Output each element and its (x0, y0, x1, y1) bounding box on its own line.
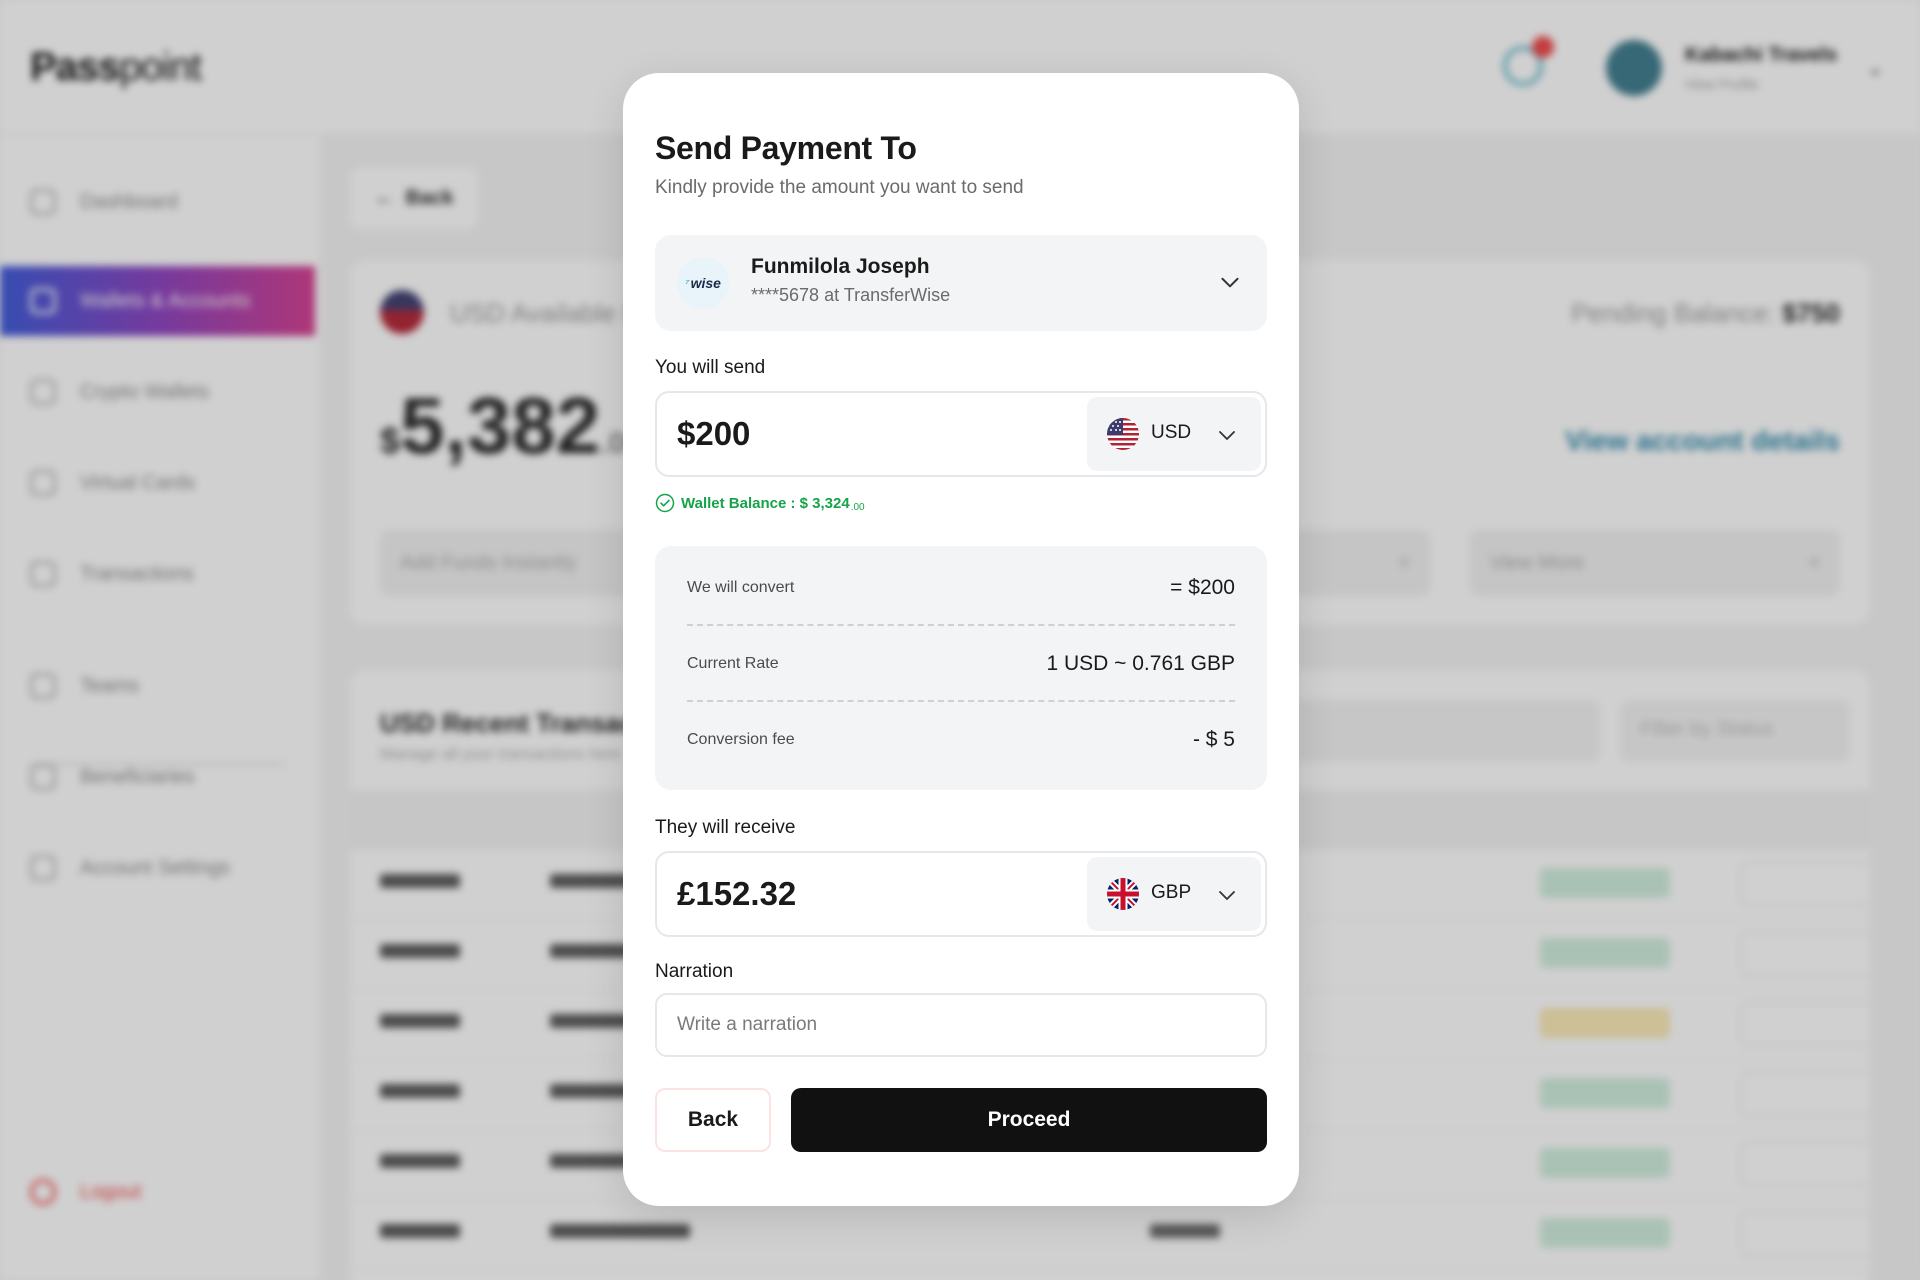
conversion-row: Conversion fee - $ 5 (687, 728, 1235, 751)
divider (687, 700, 1235, 702)
wallet-balance: Wallet Balance : $ 3,324.00 (655, 493, 865, 513)
send-currency-select[interactable]: USD (1087, 397, 1261, 471)
modal-title: Send Payment To (655, 130, 917, 166)
chevron-down-icon (1221, 277, 1239, 288)
conversion-row: We will convert = $200 (687, 576, 1235, 599)
proceed-button[interactable]: Proceed (791, 1088, 1267, 1152)
send-currency-code: USD (1151, 422, 1192, 443)
send-amount-field[interactable]: $200 USD (655, 391, 1267, 477)
recipient-name: Funmilola Joseph (751, 255, 930, 278)
conversion-row: Current Rate 1 USD ~ 0.761 GBP (687, 652, 1235, 675)
receive-currency-select[interactable]: GBP (1087, 857, 1261, 931)
receive-currency-code: GBP (1151, 882, 1192, 903)
recipient-account: ****5678 at TransferWise (751, 285, 951, 305)
receive-amount-field[interactable]: £152.32 GBP (655, 851, 1267, 937)
chevron-down-icon (1219, 891, 1235, 900)
recipient-select[interactable]: ⁷ wise Funmilola Joseph ****5678 at Trans… (655, 235, 1267, 331)
narration-label: Narration (655, 961, 734, 982)
send-amount-label: You will send (655, 357, 766, 378)
receive-amount-label: They will receive (655, 817, 796, 838)
wise-logo-icon: ⁷ wise (677, 257, 729, 309)
divider (687, 624, 1235, 626)
chevron-down-icon (1219, 431, 1235, 440)
conversion-summary: We will convert = $200 Current Rate 1 US… (655, 546, 1267, 790)
narration-input[interactable] (655, 993, 1267, 1057)
back-button[interactable]: Back (655, 1088, 771, 1152)
send-amount-value[interactable]: $200 (677, 415, 750, 453)
wallet-balance-text: Wallet Balance : $ 3,324 (681, 494, 850, 512)
modal-subtitle: Kindly provide the amount you want to se… (655, 177, 1024, 198)
us-flag-icon (1107, 418, 1139, 450)
receive-amount-value[interactable]: £152.32 (677, 875, 796, 913)
send-payment-modal: Send Payment To Kindly provide the amoun… (623, 73, 1299, 1206)
wallet-balance-decimals: .00 (850, 501, 865, 513)
uk-flag-icon (1107, 878, 1139, 910)
check-circle-icon (655, 493, 675, 513)
